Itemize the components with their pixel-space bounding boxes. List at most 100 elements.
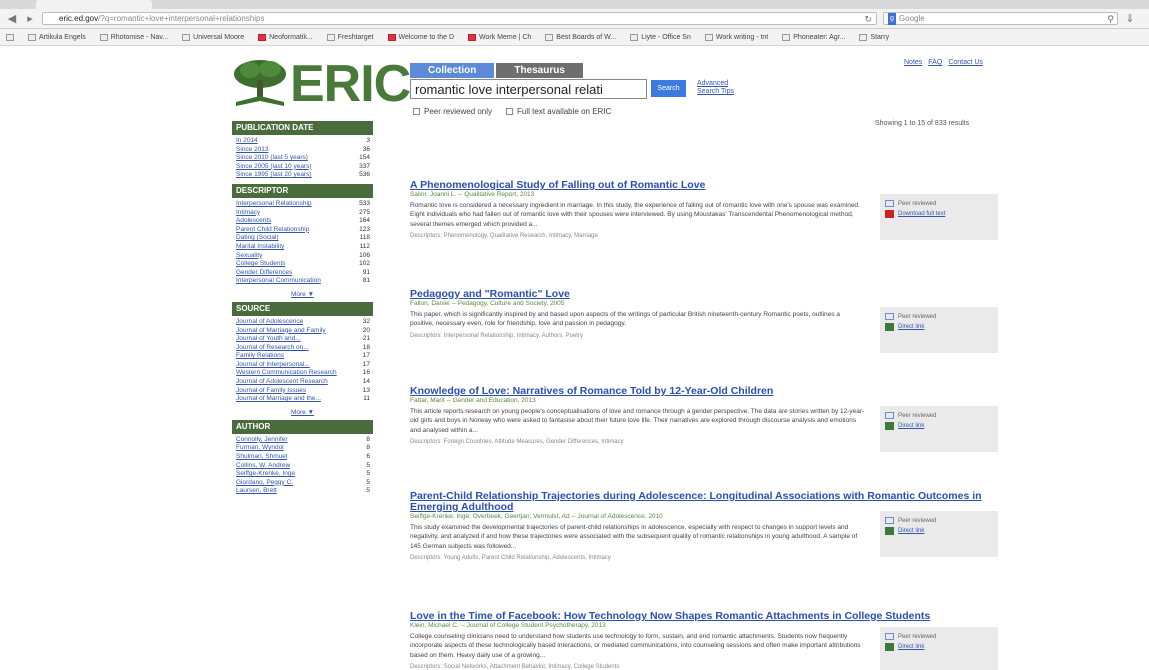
facet-item[interactable]: Journal of Youth and... 21 [236,335,373,344]
reload-icon[interactable]: ↻ [864,13,872,24]
facet-item-label[interactable]: Journal of Marriage and Family [236,327,326,336]
browser-search-bar[interactable]: g Google ⚲ [883,12,1118,25]
bookmark-item[interactable]: Work Meme | Ch [468,33,531,41]
facet-item-label[interactable]: Giordano, Peggy C. [236,479,293,488]
facet-item-label[interactable]: Intimacy [236,209,260,218]
result-title-link[interactable]: Pedagogy and "Romantic" Love [410,289,1000,300]
facet-item-label[interactable]: Laursen, Brett [236,487,277,496]
bookmark-item[interactable]: Rhotomise - Nav... [99,33,168,41]
facet-item[interactable]: In 2014 3 [236,137,373,146]
bookmark-item[interactable]: Starry [859,33,889,41]
facet-item-label[interactable]: Journal of Marriage and the... [236,395,321,404]
facet-item[interactable]: College Students 102 [236,260,373,269]
full-text-link[interactable]: Download full text [898,211,945,217]
facet-item[interactable]: Dating (Social) 118 [236,234,373,243]
bookmark-item[interactable]: Welcome to the D [387,33,454,41]
tab-thesaurus[interactable]: Thesaurus [496,63,583,78]
facet-item-label[interactable]: Western Communication Research [236,369,337,378]
facet-item-label[interactable]: Shulman, Shmuel [236,453,287,462]
contact-link[interactable]: Contact Us [948,59,983,66]
facet-item[interactable]: Collins, W. Andrew 5 [236,462,373,471]
facet-item-label[interactable]: Furman, Wyndol [236,444,284,453]
facet-item-label[interactable]: Since 2010 (last 5 years) [236,154,308,163]
bookmark-item[interactable]: Liyte - Office Sn [630,33,691,41]
facet-item[interactable]: Intimacy 275 [236,209,373,218]
bookmark-item[interactable]: Neoformatik... [258,33,313,41]
facet-item-label[interactable]: Sexuality [236,252,262,261]
facet-item-label[interactable]: Interpersonal Relationship [236,200,312,209]
facet-item-label[interactable]: Parent Child Relationship [236,226,309,235]
result-title-link[interactable]: Knowledge of Love: Narratives of Romance… [410,386,1000,397]
facet-item-label[interactable]: Since 2005 (last 10 years) [236,163,312,172]
facet-item-label[interactable]: Journal of Interpersonal... [236,361,310,370]
peer-reviewed-checkbox[interactable] [413,108,420,115]
search-tips-link[interactable]: Search Tips [697,88,734,96]
facet-item[interactable]: Journal of Adolescent Research 14 [236,378,373,387]
peer-reviewed-filter[interactable]: Peer reviewed only [413,107,492,116]
search-input[interactable]: romantic love interpersonal relati [410,79,647,99]
facet-item[interactable]: Connolly, Jennifer 8 [236,436,373,445]
facet-item[interactable]: Since 1995 (last 20 years) 536 [236,171,373,180]
apps-icon[interactable] [6,33,14,41]
result-title-link[interactable]: A Phenomenological Study of Falling out … [410,180,1000,191]
facet-item-label[interactable]: In 2014 [236,137,258,146]
bookmark-item[interactable]: Best Boards of W... [545,33,616,41]
download-icon[interactable]: ⇓ [1124,12,1136,25]
full-text-checkbox[interactable] [506,108,514,115]
advanced-search-link[interactable]: Advanced [697,80,734,88]
facet-item[interactable]: Journal of Marriage and Family 20 [236,327,373,336]
bookmark-item[interactable]: Universal Moore [182,33,244,41]
facet-item[interactable]: Furman, Wyndol 8 [236,444,373,453]
facet-item[interactable]: Western Communication Research 16 [236,369,373,378]
facet-item-label[interactable]: Journal of Adolescent Research [236,378,328,387]
facet-item[interactable]: Journal of Marriage and the... 11 [236,395,373,404]
facet-more-link[interactable]: More ▼ [232,408,373,420]
url-bar[interactable]: eric.ed.gov/?q=romantic+love+interperson… [42,12,877,25]
faq-link[interactable]: FAQ [928,59,942,66]
facet-item[interactable]: Sexuality 106 [236,252,373,261]
facet-item-label[interactable]: Dating (Social) [236,234,279,243]
facet-item[interactable]: Seiffge-Krenke, Inge 5 [236,470,373,479]
bookmark-item[interactable]: Freshtarget [326,33,374,41]
facet-item-label[interactable]: Gender Differences [236,269,292,278]
full-text-link[interactable]: Direct link [898,528,924,534]
facet-item[interactable]: Family Relations 17 [236,352,373,361]
facet-item[interactable]: Journal of Interpersonal... 17 [236,361,373,370]
facet-item-label[interactable]: Since 2013 [236,146,269,155]
search-button[interactable]: Search [651,80,686,97]
facet-item-label[interactable]: Adolescents [236,217,271,226]
facet-item[interactable]: Since 2010 (last 5 years) 154 [236,154,373,163]
facet-item-label[interactable]: Journal of Research on... [236,344,309,353]
magnifier-icon[interactable]: ⚲ [1107,13,1114,25]
facet-item-label[interactable]: Seiffge-Krenke, Inge [236,470,295,479]
facet-item-label[interactable]: Journal of Youth and... [236,335,301,344]
facet-more-link[interactable]: More ▼ [232,290,373,302]
facet-item[interactable]: Interpersonal Communication 81 [236,277,373,286]
facet-item-label[interactable]: Since 1995 (last 20 years) [236,171,312,180]
facet-item[interactable]: Gender Differences 91 [236,269,373,278]
full-text-link[interactable]: Direct link [898,324,924,330]
facet-item[interactable]: Since 2005 (last 10 years) 337 [236,163,373,172]
facet-item-label[interactable]: Marital Instability [236,243,284,252]
result-title-link[interactable]: Love in the Time of Facebook: How Techno… [410,611,1000,622]
facet-item[interactable]: Journal of Adolescence 32 [236,318,373,327]
full-text-link[interactable]: Direct link [898,423,924,429]
facet-item[interactable]: Laursen, Brett 5 [236,487,373,496]
facet-item-label[interactable]: Connolly, Jennifer [236,436,288,445]
facet-item[interactable]: Adolescents 164 [236,217,373,226]
result-title-link[interactable]: Parent-Child Relationship Trajectories d… [410,491,1000,513]
bookmark-item[interactable]: Work writing - tnt [704,33,768,41]
facet-item-label[interactable]: Family Relations [236,352,284,361]
tab-collection[interactable]: Collection [410,63,495,78]
facet-item-label[interactable]: Collins, W. Andrew [236,462,290,471]
bookmark-item[interactable]: Artikula Engels [28,33,86,41]
facet-item-label[interactable]: College Students [236,260,286,269]
notes-link[interactable]: Notes [904,59,922,66]
facet-item[interactable]: Journal of Family Issues 13 [236,387,373,396]
forward-arrow-icon[interactable]: ▸ [24,12,36,25]
browser-tab[interactable] [36,0,152,9]
facet-item[interactable]: Since 2013 36 [236,146,373,155]
facet-item[interactable]: Marital Instability 112 [236,243,373,252]
facet-item-label[interactable]: Journal of Family Issues [236,387,306,396]
facet-item[interactable]: Parent Child Relationship 123 [236,226,373,235]
